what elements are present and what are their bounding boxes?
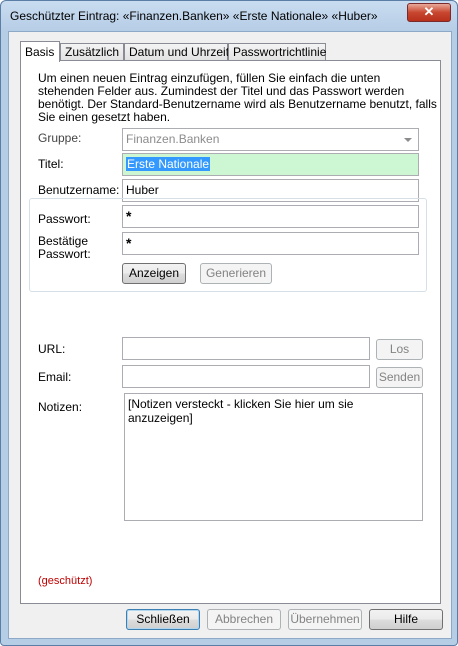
title-field-value: Erste Nationale — [126, 157, 211, 171]
tab-passwortrichtlinie[interactable]: Passwortrichtlinie — [228, 43, 326, 60]
confirm-password-label-line2: Passwort: — [38, 247, 91, 261]
password-label: Passwort: — [38, 212, 91, 226]
confirm-password-field[interactable]: * — [122, 232, 419, 255]
window-close-button[interactable]: ✕ — [407, 3, 451, 22]
dialog-window: Geschützter Eintrag: «Finanzen.Banken» «… — [0, 0, 458, 646]
group-label: Gruppe: — [38, 131, 82, 145]
go-button[interactable]: Los — [376, 339, 423, 360]
protected-indicator: (geschützt) — [38, 575, 93, 587]
group-select[interactable]: Finanzen.Banken — [122, 128, 419, 151]
password-field[interactable]: * — [122, 205, 419, 228]
window-title: Geschützter Eintrag: «Finanzen.Banken» «… — [10, 9, 378, 23]
chevron-down-icon — [404, 138, 412, 142]
notes-label: Notizen: — [38, 400, 83, 414]
title-bar[interactable]: Geschützter Eintrag: «Finanzen.Banken» «… — [1, 1, 457, 31]
confirm-password-label-line1: Bestätige — [38, 234, 89, 248]
send-email-button[interactable]: Senden — [376, 367, 423, 388]
tab-panel-basis: Um einen neuen Eintrag einzufügen, fülle… — [20, 60, 441, 604]
dialog-client-area: Basis Zusätzlich Datum und Uhrzeit Passw… — [8, 31, 452, 639]
apply-button[interactable]: Übernehmen — [288, 609, 362, 630]
tab-datum-und-uhrzeit[interactable]: Datum und Uhrzeit — [124, 43, 229, 60]
close-icon: ✕ — [423, 4, 435, 19]
password-group: Passwort: * Bestätige Passwort: * Anzeig… — [29, 198, 427, 292]
group-select-value: Finanzen.Banken — [126, 132, 220, 146]
email-label: Email: — [38, 370, 72, 384]
username-label: Benutzername: — [38, 183, 120, 197]
url-field[interactable] — [122, 337, 370, 360]
notes-field[interactable]: [Notizen versteckt - klicken Sie hier um… — [124, 393, 423, 521]
tab-basis[interactable]: Basis — [20, 41, 60, 62]
title-field[interactable]: Erste Nationale — [122, 153, 419, 176]
close-button[interactable]: Schließen — [126, 609, 200, 630]
title-label: Titel: — [38, 157, 64, 171]
cancel-button[interactable]: Abbrechen — [207, 609, 281, 630]
tab-zusaetzlich[interactable]: Zusätzlich — [60, 43, 124, 60]
help-button[interactable]: Hilfe — [369, 609, 443, 630]
dialog-button-bar: Schließen Abbrechen Übernehmen Hilfe — [9, 604, 451, 638]
email-field[interactable] — [122, 365, 370, 388]
intro-text: Um einen neuen Eintrag einzufügen, fülle… — [38, 71, 437, 124]
generate-password-button[interactable]: Generieren — [200, 263, 272, 284]
url-label: URL: — [38, 342, 66, 356]
show-password-button[interactable]: Anzeigen — [122, 263, 186, 284]
